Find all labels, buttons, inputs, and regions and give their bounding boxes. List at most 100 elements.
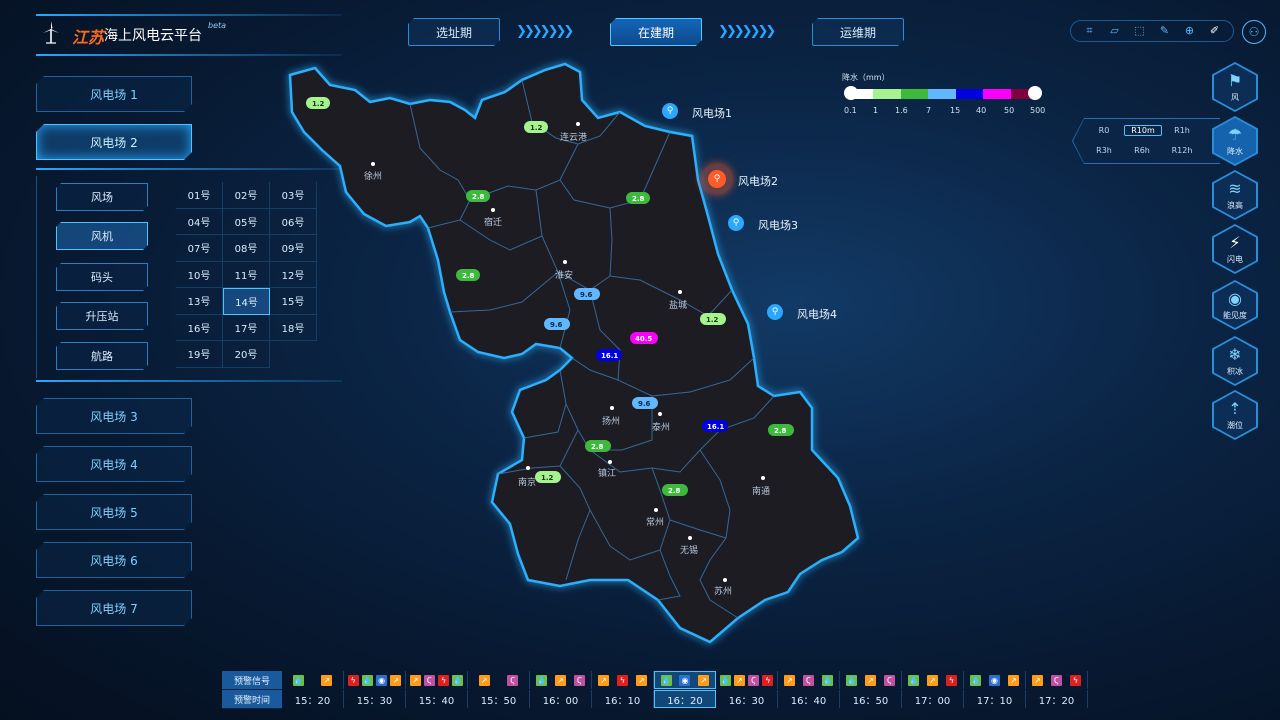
farm-item-4[interactable]: 风电场 4 <box>36 446 192 482</box>
svg-text:16.1: 16.1 <box>601 352 618 360</box>
category-wharf[interactable]: 码头 <box>56 263 148 291</box>
time-cell[interactable]: 17：00 <box>902 690 964 708</box>
warning-signal-row: 预警信号 💧 ↗ ϟ 💧 ◉ ↗ ↗ Ϛϟ 💧 ↗ Ϛ 💧 ↗ Ϛ ↗ ϟ ↗ 💧 ◉ ↗ 💧 ↗ Ϛϟ ↗ Ϛ… <box>222 671 1088 690</box>
time-cell[interactable]: 16：30 <box>716 690 778 708</box>
layer-wave-button[interactable]: ≋ 浪高 <box>1212 170 1258 220</box>
svg-text:16.1: 16.1 <box>707 423 724 431</box>
wind-farm-label[interactable]: 风电场4 <box>797 306 837 322</box>
time-cell[interactable]: 15：40 <box>406 690 468 708</box>
farm-item-6[interactable]: 风电场 6 <box>36 542 192 578</box>
turbine-cell[interactable]: 10号 <box>176 261 223 288</box>
signal-cell[interactable]: ↗ Ϛϟ <box>1026 671 1088 689</box>
time-cell[interactable]: 16：00 <box>530 690 592 708</box>
polygon-icon[interactable]: ▱ <box>1108 24 1122 38</box>
legend-slider-max-handle[interactable] <box>1028 86 1042 100</box>
rain-marker[interactable]: 1.2 <box>700 313 726 325</box>
rain-marker[interactable]: 16.1 <box>702 420 728 432</box>
farm-item-3[interactable]: 风电场 3 <box>36 398 192 434</box>
jiangsu-map[interactable]: 徐州 连云港 宿迁 淮安 盐城 扬州 泰州 南京 镇江 南通 常州 无锡 苏州 … <box>260 40 880 650</box>
rain-marker[interactable]: 1.2 <box>306 97 330 109</box>
rain-option[interactable]: R3h <box>1086 146 1122 155</box>
time-cell[interactable]: 17：20 <box>1026 690 1088 708</box>
signal-cell[interactable]: 💧 ↗ <box>282 671 344 689</box>
rain-option-selected[interactable]: R10m <box>1124 125 1162 136</box>
signal-cell[interactable]: 💧 ◉ ↗ <box>964 671 1026 689</box>
layer-wind-button[interactable]: ⚑ 风 <box>1212 62 1258 112</box>
rain-option[interactable]: R0 <box>1086 126 1122 135</box>
rain-marker[interactable]: 16.1 <box>596 349 622 361</box>
edit-icon[interactable]: ✐ <box>1208 24 1222 38</box>
wind-farm-label[interactable]: 风电场1 <box>692 105 732 121</box>
rain-marker[interactable]: 1.2 <box>524 121 548 133</box>
legend-slider-min-handle[interactable] <box>844 86 858 100</box>
signal-cell[interactable]: 💧 ↗ Ϛ <box>530 671 592 689</box>
warning-time-row: 预警时间 15：20 15：30 15：40 15：50 16：00 16：10… <box>222 690 1088 709</box>
category-substation[interactable]: 升压站 <box>56 302 148 330</box>
signal-cell[interactable]: ϟ 💧 ◉ ↗ <box>344 671 406 689</box>
rain-marker[interactable]: 40.5 <box>630 332 658 344</box>
category-turbine[interactable]: 风机 <box>56 222 148 250</box>
time-cell[interactable]: 15：50 <box>468 690 530 708</box>
city-label: 淮安 <box>555 269 573 281</box>
rain-marker[interactable]: 2.8 <box>585 440 611 452</box>
rain-marker[interactable]: 1.2 <box>535 471 561 483</box>
turbine-cell[interactable]: 01号 <box>176 182 223 209</box>
wave-icon: ≋ <box>1228 178 1242 198</box>
time-cell[interactable]: 16：50 <box>840 690 902 708</box>
user-avatar-icon[interactable]: ⚇ <box>1242 20 1266 44</box>
farm-label: 风电场 6 <box>90 553 138 568</box>
wind-farm-marker-icon[interactable]: ⚲ <box>662 103 678 119</box>
turbine-cell[interactable]: 07号 <box>176 235 223 262</box>
zoom-icon[interactable]: ⊕ <box>1183 24 1197 38</box>
turbine-cell[interactable]: 19号 <box>176 341 223 368</box>
rain-option[interactable]: R12h <box>1164 146 1200 155</box>
rain-marker[interactable]: 9.6 <box>574 288 600 300</box>
farm-item-1[interactable]: 风电场 1 <box>36 76 192 112</box>
select-icon[interactable]: ⬚ <box>1133 24 1147 38</box>
signal-cell-selected[interactable]: 💧 ◉ ↗ <box>654 671 716 689</box>
rain-marker[interactable]: 2.8 <box>768 424 794 436</box>
turbine-cell[interactable]: 16号 <box>176 314 223 341</box>
time-cell[interactable]: 17：10 <box>964 690 1026 708</box>
time-cell[interactable]: 15：30 <box>344 690 406 708</box>
signal-cell[interactable]: 💧 ↗ ϟ <box>902 671 964 689</box>
signal-cell[interactable]: ↗ ϟ ↗ <box>592 671 654 689</box>
time-cell[interactable]: 15：20 <box>282 690 344 708</box>
rain-marker[interactable]: 2.8 <box>626 192 650 204</box>
signal-cell[interactable]: ↗ Ϛ 💧 <box>778 671 840 689</box>
wind-farm-marker-icon[interactable]: ⚲ <box>767 304 783 320</box>
signal-cell[interactable]: 💧 ↗ Ϛ <box>840 671 902 689</box>
time-cell-selected[interactable]: 16：20 <box>654 690 716 708</box>
farm-label: 风电场 2 <box>90 135 138 150</box>
signal-cell[interactable]: 💧 ↗ Ϛϟ <box>716 671 778 689</box>
rain-marker[interactable]: 2.8 <box>466 190 490 202</box>
turbine-cell[interactable]: 04号 <box>176 208 223 235</box>
rain-marker[interactable]: 2.8 <box>456 269 480 281</box>
rain-marker[interactable]: 2.8 <box>662 484 688 496</box>
signal-cell[interactable]: ↗ Ϛ <box>468 671 530 689</box>
category-route[interactable]: 航路 <box>56 342 148 370</box>
layer-visibility-button[interactable]: ◉ 能见度 <box>1212 280 1258 330</box>
rain-marker[interactable]: 9.6 <box>544 318 570 330</box>
wind-farm-marker-icon-selected[interactable]: ⚲ <box>708 170 726 188</box>
layer-icing-button[interactable]: ❄ 积冰 <box>1212 336 1258 386</box>
layer-lightning-button[interactable]: ⚡ 闪电 <box>1212 224 1258 274</box>
time-cell[interactable]: 16：40 <box>778 690 840 708</box>
layer-tide-button[interactable]: ⇡ 潮位 <box>1212 390 1258 440</box>
category-wind-field[interactable]: 风场 <box>56 183 148 211</box>
rain-option[interactable]: R1h <box>1164 126 1200 135</box>
rain-marker[interactable]: 9.6 <box>632 397 658 409</box>
wind-farm-label[interactable]: 风电场3 <box>758 217 798 233</box>
farm-item-2[interactable]: 风电场 2 <box>36 124 192 160</box>
farm-item-7[interactable]: 风电场 7 <box>36 590 192 626</box>
turbine-cell[interactable]: 13号 <box>176 288 223 315</box>
farm-item-5[interactable]: 风电场 5 <box>36 494 192 530</box>
time-cell[interactable]: 16：10 <box>592 690 654 708</box>
rain-option[interactable]: R6h <box>1124 146 1160 155</box>
layer-label: 潮位 <box>1227 420 1243 430</box>
wind-farm-label[interactable]: 风电场2 <box>738 173 778 189</box>
signal-cell[interactable]: ↗ Ϛϟ 💧 <box>406 671 468 689</box>
wind-farm-marker-icon[interactable]: ⚲ <box>728 215 744 231</box>
crop-icon[interactable]: ⌗ <box>1083 24 1097 38</box>
brush-icon[interactable]: ✎ <box>1158 24 1172 38</box>
